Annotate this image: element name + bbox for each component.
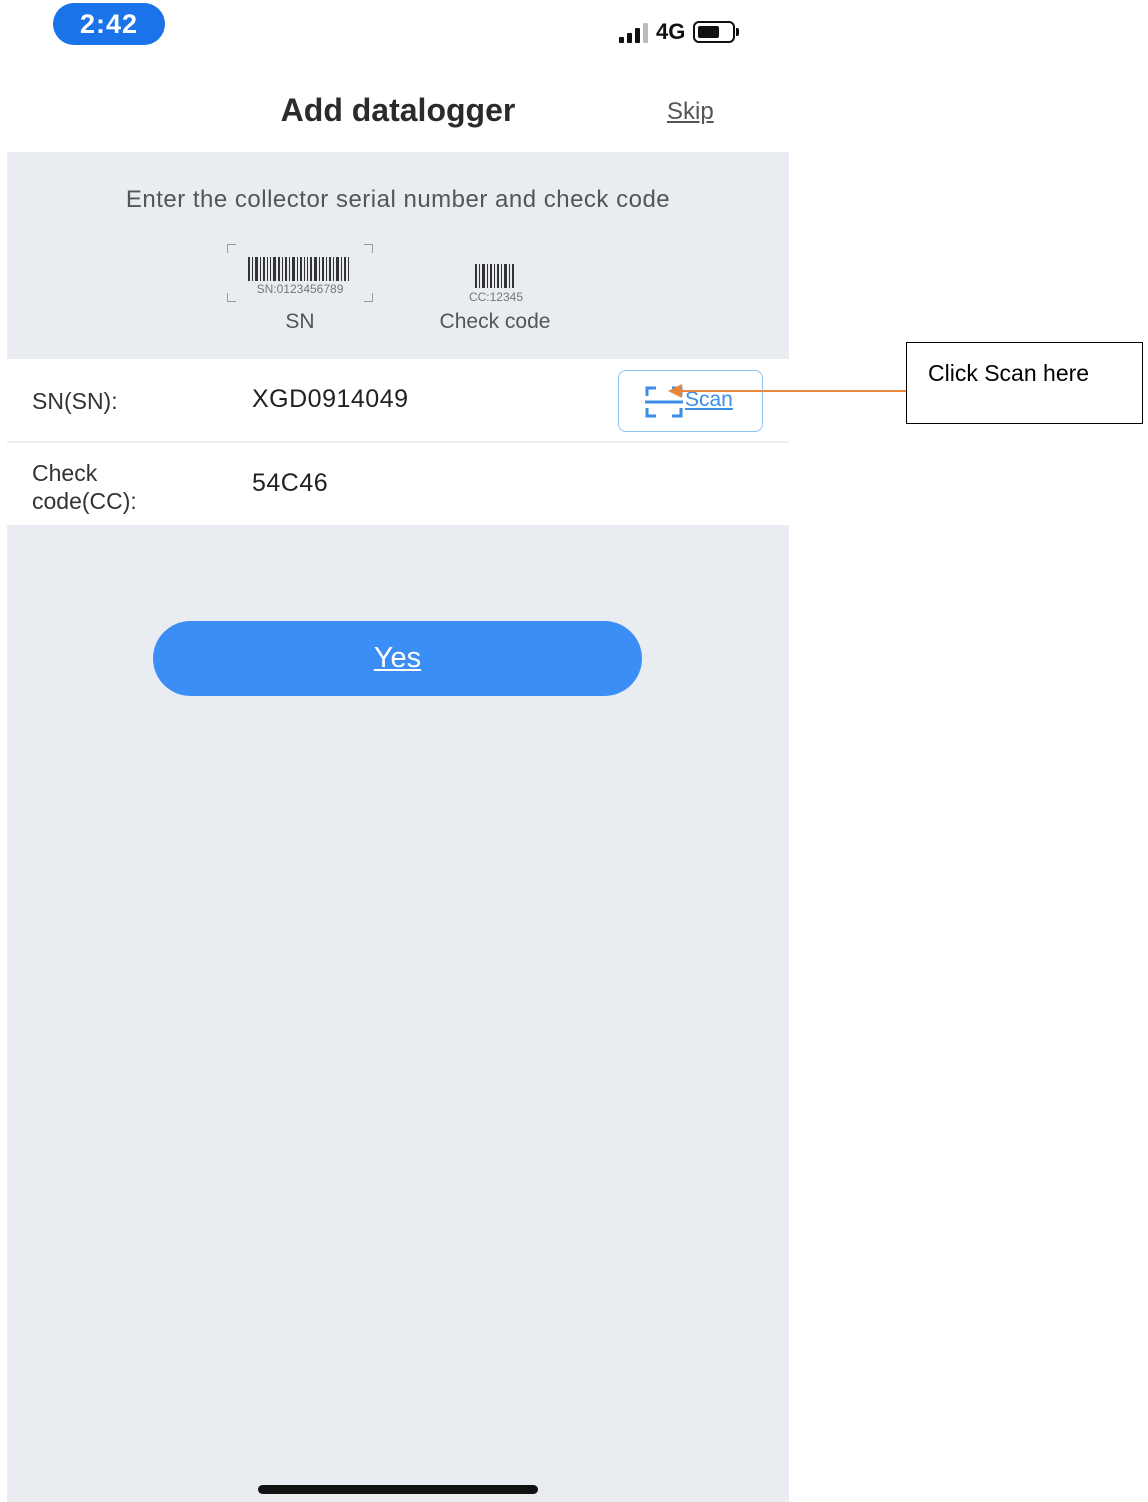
skip-link[interactable]: Skip <box>667 98 714 126</box>
cc-sample-text: CC:12345 <box>468 290 524 304</box>
barcode-icon <box>248 257 351 281</box>
cc-label: Check code(CC): <box>32 459 137 515</box>
cc-label-line1: Check <box>32 460 98 486</box>
sn-sample-text: SN:0123456789 <box>256 282 344 296</box>
cc-caption: Check code <box>439 310 551 333</box>
barcode-icon <box>475 264 516 288</box>
annotation-text: Click Scan here <box>928 360 1090 386</box>
sn-label: SN(SN): <box>32 388 118 414</box>
sn-sample-barcode: SN:0123456789 <box>227 244 373 302</box>
annotation-arrow-icon <box>668 384 906 398</box>
sn-caption: SN <box>285 310 315 333</box>
cc-sample-barcode: CC:12345 <box>459 244 533 304</box>
phone-screen: 2:42 4G Add datalogger Skip Enter the co… <box>7 0 789 1502</box>
content-area: Yes <box>7 525 789 1502</box>
cc-input[interactable]: 54C46 <box>252 469 328 498</box>
status-time: 2:42 <box>53 3 165 45</box>
instruction-panel: Enter the collector serial number and ch… <box>7 152 789 359</box>
network-type: 4G <box>656 19 686 44</box>
status-indicators: 4G <box>619 18 740 46</box>
battery-icon <box>693 21 740 43</box>
annotation-callout: Click Scan here <box>906 342 1143 424</box>
cc-label-line2: code(CC): <box>32 488 137 514</box>
signal-icon <box>619 21 648 43</box>
cc-row: Check code(CC): 54C46 <box>7 443 789 525</box>
sn-input[interactable]: XGD0914049 <box>252 385 409 414</box>
home-indicator <box>258 1485 538 1494</box>
instruction-text: Enter the collector serial number and ch… <box>125 186 671 213</box>
yes-button[interactable]: Yes <box>153 621 642 696</box>
